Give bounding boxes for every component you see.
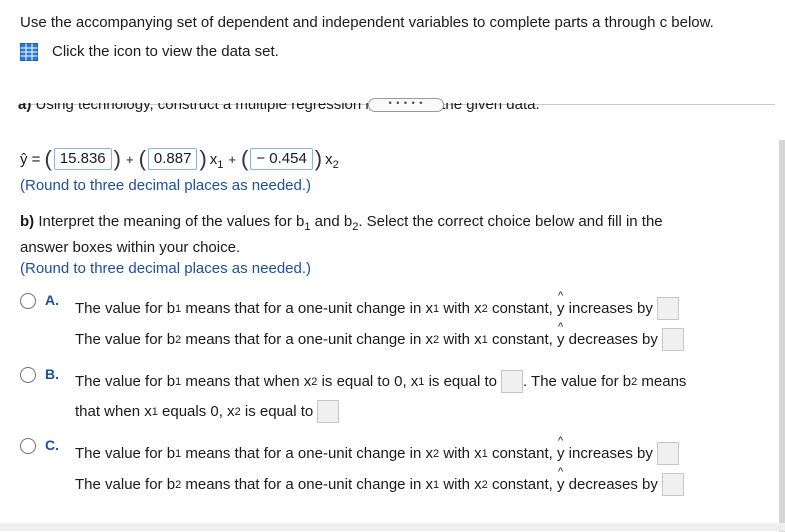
b0-answer-box[interactable]: 15.836 <box>53 148 112 170</box>
option-a-line2: The value for b2 means that for a one-un… <box>75 321 684 351</box>
regression-equation: ŷ = ( 15.836 ) + ( 0.887 ) x1 + ( − 0.45… <box>20 148 339 170</box>
option-b-line1: The value for b1 means that when x2 is e… <box>75 370 686 393</box>
option-a-letter: A. <box>45 292 59 308</box>
x1-variable: x1 <box>209 150 224 171</box>
instructions: Use the accompanying set of dependent an… <box>20 14 714 31</box>
paren-open: ( <box>138 146 146 171</box>
part-b-prompt: b) Interpret the meaning of the values f… <box>20 213 663 233</box>
paren-close: ) <box>113 146 121 171</box>
option-b-x1-box[interactable] <box>500 370 523 393</box>
round-note-a: (Round to three decimal places as needed… <box>20 177 312 194</box>
view-data-label[interactable]: Click the icon to view the data set. <box>52 42 279 62</box>
option-b-x2-box[interactable] <box>317 400 340 423</box>
scrollbar[interactable] <box>779 140 785 532</box>
paren-open: ( <box>44 146 52 171</box>
part-a-label: a) <box>18 103 32 113</box>
paren-close: ) <box>314 146 323 171</box>
view-data-link[interactable]: Click the icon to view the data set. <box>20 42 279 62</box>
b2-answer-box[interactable]: − 0.454 <box>250 148 313 170</box>
option-a-line1: The value for b1 means that for a one-un… <box>75 290 679 320</box>
b1-answer-box[interactable]: 0.887 <box>147 148 198 170</box>
plus-sign: + <box>125 151 134 167</box>
option-b-line2: that when x1 equals 0, x2 is equal to <box>75 400 340 423</box>
plus-sign: + <box>228 151 236 167</box>
yhat-prefix: ŷ = <box>20 150 41 168</box>
option-c-line1: The value for b1 means that for a one-un… <box>75 435 679 465</box>
option-a-increase-box[interactable] <box>656 297 679 320</box>
option-c-letter: C. <box>45 437 59 453</box>
option-b-letter: B. <box>45 366 59 382</box>
option-c-line2: The value for b2 means that for a one-un… <box>75 466 684 496</box>
option-c-radio[interactable] <box>20 438 36 454</box>
part-a-text: Using technology, construct a multiple r… <box>35 103 540 113</box>
option-c-increase-box[interactable] <box>656 442 679 465</box>
paren-close: ) <box>199 146 207 171</box>
option-c-decrease-box[interactable] <box>661 473 684 496</box>
part-b-prompt-line2: answer boxes within your choice. <box>20 239 241 256</box>
spreadsheet-grid-icon[interactable] <box>20 43 38 61</box>
paren-open: ( <box>241 146 249 171</box>
option-b-radio[interactable] <box>20 367 36 383</box>
bottom-bar <box>0 523 785 531</box>
round-note-b: (Round to three decimal places as needed… <box>20 260 312 277</box>
x2-variable: x2 <box>325 150 339 171</box>
expand-button[interactable]: • • • • • <box>368 98 444 112</box>
option-a-radio[interactable] <box>20 293 36 309</box>
option-a-decrease-box[interactable] <box>661 328 684 351</box>
part-b-label: b) <box>20 213 35 230</box>
